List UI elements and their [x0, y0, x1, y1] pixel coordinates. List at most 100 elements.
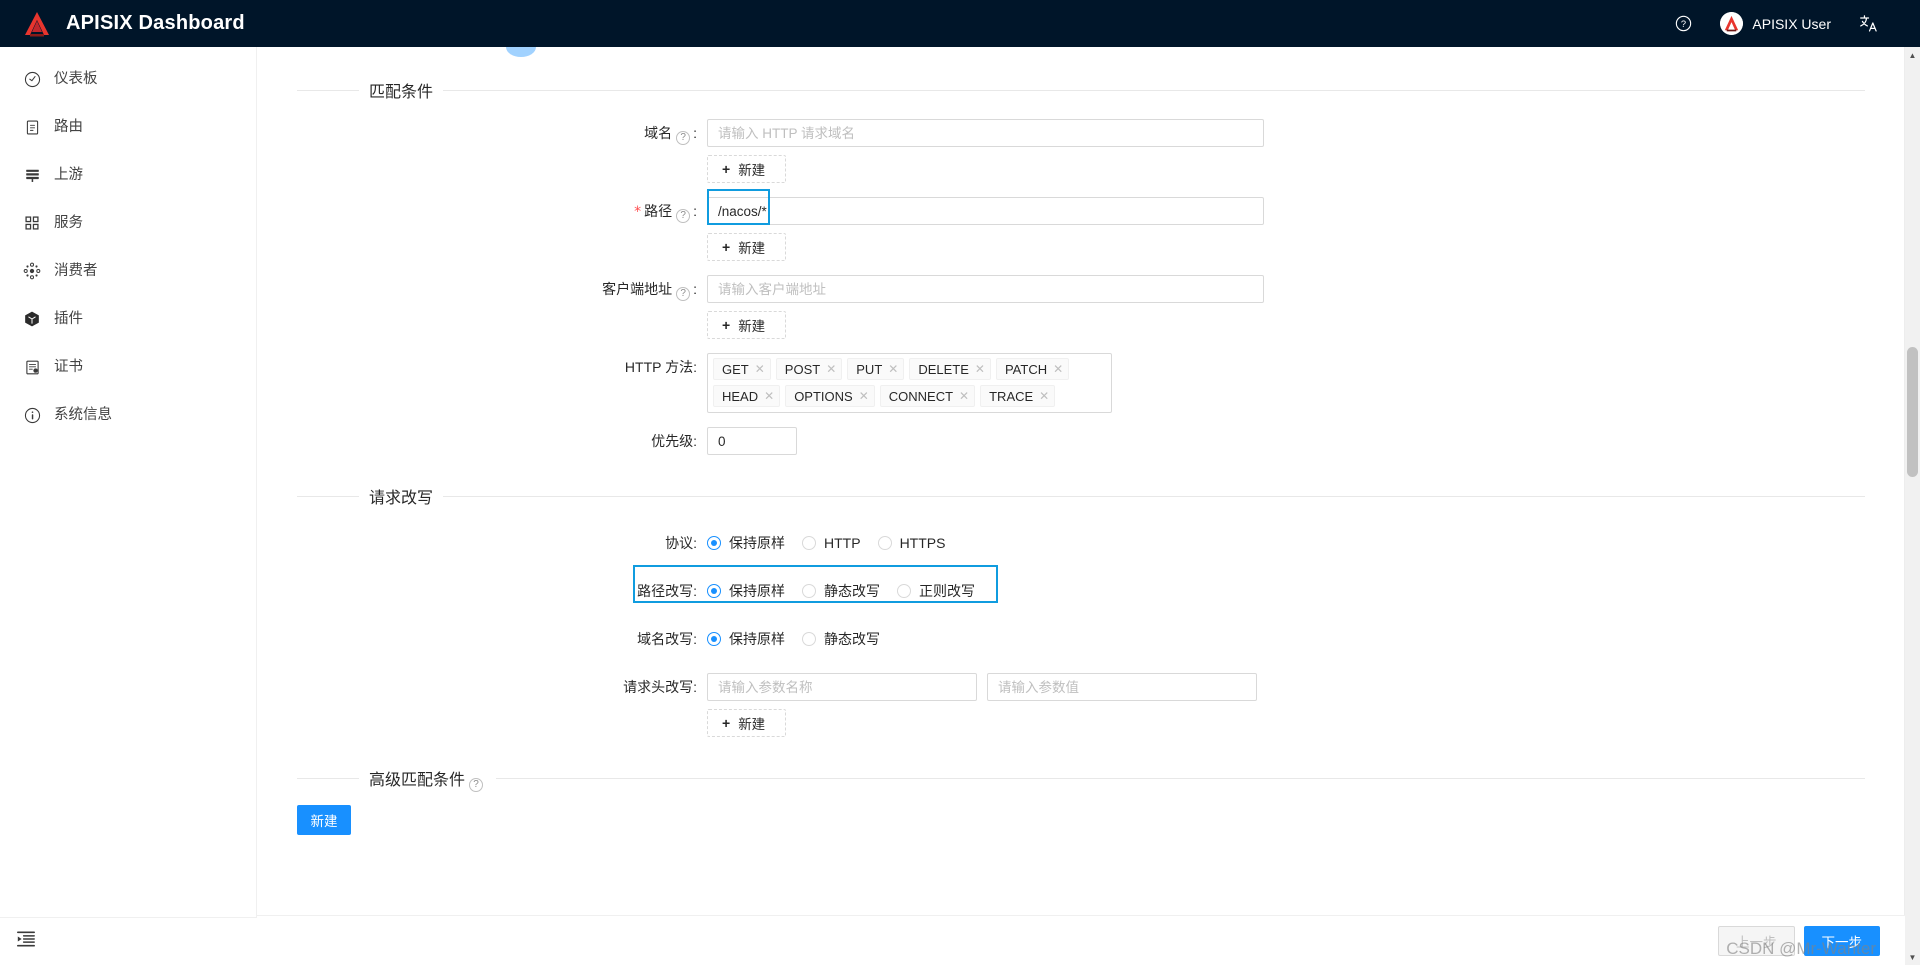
sidebar-item-upstream[interactable]: 上游: [0, 155, 256, 195]
route-form: 匹配条件 域名?: + 新建: [297, 47, 1865, 835]
form-scroll-area[interactable]: 匹配条件 域名?: + 新建: [257, 47, 1905, 915]
http-method-tag[interactable]: CONNECT ✕: [879, 385, 976, 407]
add-remote-addr-button[interactable]: + 新建: [707, 311, 786, 339]
divider-left: [297, 777, 359, 779]
http-method-tag-label: PATCH: [1004, 361, 1048, 377]
priority-input[interactable]: [707, 427, 797, 455]
sidebar-item-label: 路由: [54, 119, 83, 135]
scheme-radio-group[interactable]: 保持原样 HTTP HTTPS: [707, 529, 962, 557]
path-rewrite-radio-option[interactable]: 正则改写: [897, 584, 975, 598]
remote-addr-input[interactable]: [707, 275, 1264, 303]
sidebar-item-service[interactable]: 服务: [0, 203, 256, 243]
apisix-logo-icon: [16, 3, 58, 45]
scroll-up-arrow-icon[interactable]: ▲: [1905, 47, 1920, 63]
route-icon: [22, 117, 42, 137]
scheme-radio-option[interactable]: 保持原样: [707, 536, 785, 550]
sidebar-collapse-button[interactable]: [0, 917, 257, 965]
label-priority: 优先级:: [651, 433, 697, 449]
label-http-methods: HTTP 方法:: [624, 359, 697, 375]
sidebar-item-label: 上游: [54, 167, 83, 183]
upstream-icon: [22, 165, 42, 185]
host-rewrite-radio-option[interactable]: 静态改写: [802, 632, 880, 646]
header-value-input[interactable]: [987, 673, 1257, 701]
http-method-tag[interactable]: HEAD ✕: [713, 385, 781, 407]
app-header: APISIX Dashboard ? APISIX User: [0, 0, 1920, 47]
http-method-tag[interactable]: GET ✕: [713, 358, 771, 380]
help-button[interactable]: ?: [1661, 0, 1706, 47]
question-circle-icon[interactable]: ?: [469, 778, 484, 792]
add-header-rewrite-button[interactable]: + 新建: [707, 709, 786, 737]
host-rewrite-radio-group[interactable]: 保持原样 静态改写: [707, 625, 897, 653]
add-path-button[interactable]: + 新建: [707, 233, 786, 261]
question-circle-icon[interactable]: ?: [676, 209, 691, 223]
info-circle-icon: [22, 405, 42, 425]
host-input[interactable]: [707, 119, 1264, 147]
form-row-header-rewrite: 请求头改写: + 新建: [297, 673, 1865, 737]
scrollbar-thumb[interactable]: [1907, 347, 1918, 477]
radio-label: 保持原样: [729, 583, 785, 599]
form-footer: 上一步 下一步: [257, 915, 1920, 965]
next-step-button[interactable]: 下一步: [1803, 925, 1880, 956]
host-rewrite-radio-option[interactable]: 保持原样: [707, 632, 785, 646]
question-circle-icon[interactable]: ?: [676, 287, 691, 301]
label-host: 域名?:: [644, 125, 697, 145]
path-rewrite-radio-group[interactable]: 保持原样 静态改写 正则改写: [707, 577, 992, 605]
sidebar-item-route[interactable]: 路由: [0, 107, 256, 147]
http-method-tag-label: DELETE: [918, 361, 969, 377]
control-path-rewrite: 保持原样 静态改写 正则改写: [707, 577, 992, 605]
http-methods-select[interactable]: GET ✕ POST ✕ PUT ✕ DELETE ✕ PATCH ✕ HEAD ✕ OPTIONS ✕ C…: [707, 353, 1112, 413]
http-method-tag-label: OPTIONS: [794, 388, 853, 404]
radio-dot-icon: [877, 536, 892, 550]
service-icon: [22, 213, 42, 233]
http-method-tag[interactable]: PATCH ✕: [995, 358, 1070, 380]
scroll-down-arrow-icon[interactable]: ▼: [1905, 949, 1920, 965]
divider-right: [443, 89, 1865, 91]
divider-left: [297, 495, 359, 497]
label-host-text: 域名: [644, 125, 673, 141]
close-icon[interactable]: ✕: [826, 362, 836, 376]
user-menu[interactable]: APISIX User: [1706, 0, 1845, 47]
http-method-tag[interactable]: POST ✕: [775, 358, 843, 380]
path-rewrite-radio-option[interactable]: 静态改写: [802, 584, 880, 598]
path-input[interactable]: [707, 197, 1264, 225]
http-method-tag[interactable]: OPTIONS ✕: [785, 385, 875, 407]
sidebar-item-certificate[interactable]: 证书: [0, 347, 256, 387]
close-icon[interactable]: ✕: [859, 389, 869, 403]
sidebar-item-dashboard[interactable]: 仪表板: [0, 59, 256, 99]
label-remote-addr: 客户端地址?:: [602, 281, 697, 301]
radio-label: HTTPS: [899, 535, 946, 551]
scheme-radio-option[interactable]: HTTPS: [877, 535, 946, 551]
close-icon[interactable]: ✕: [959, 389, 969, 403]
previous-step-button[interactable]: 上一步: [1718, 925, 1795, 956]
http-method-tag[interactable]: TRACE ✕: [980, 385, 1056, 407]
sidebar-item-plugin[interactable]: 插件: [0, 299, 256, 339]
sidebar-item-label: 消费者: [54, 263, 98, 279]
header-name-input[interactable]: [707, 673, 977, 701]
page-scrollbar[interactable]: ▲ ▼: [1905, 47, 1920, 965]
close-icon[interactable]: ✕: [1039, 389, 1049, 403]
path-rewrite-radio-option[interactable]: 保持原样: [707, 584, 785, 598]
http-method-tag[interactable]: PUT ✕: [847, 358, 905, 380]
radio-dot-icon: [707, 536, 721, 550]
close-icon[interactable]: ✕: [888, 362, 898, 376]
close-icon[interactable]: ✕: [764, 389, 774, 403]
http-method-tag[interactable]: DELETE ✕: [909, 358, 991, 380]
scheme-radio-option[interactable]: HTTP: [802, 536, 861, 550]
add-host-button[interactable]: + 新建: [707, 155, 786, 183]
sidebar-item-system-info[interactable]: 系统信息: [0, 395, 256, 435]
add-advanced-condition-button[interactable]: 新建: [297, 805, 351, 835]
sidebar-item-consumer[interactable]: 消费者: [0, 251, 256, 291]
brand[interactable]: APISIX Dashboard: [16, 3, 245, 45]
add-path-label: 新建: [738, 241, 766, 256]
close-icon[interactable]: ✕: [1053, 362, 1063, 376]
close-icon[interactable]: ✕: [755, 362, 765, 376]
radio-dot-icon: [707, 584, 721, 598]
http-method-tag-label: HEAD: [722, 388, 759, 404]
section-request-rewrite: 请求改写: [297, 481, 1865, 511]
question-circle-icon[interactable]: ?: [676, 131, 691, 145]
language-switch-button[interactable]: [1845, 0, 1892, 47]
dashboard-icon: [22, 69, 42, 89]
close-icon[interactable]: ✕: [975, 362, 985, 376]
consumer-icon: [22, 261, 42, 281]
label-remote-addr-text: 客户端地址: [602, 281, 673, 297]
